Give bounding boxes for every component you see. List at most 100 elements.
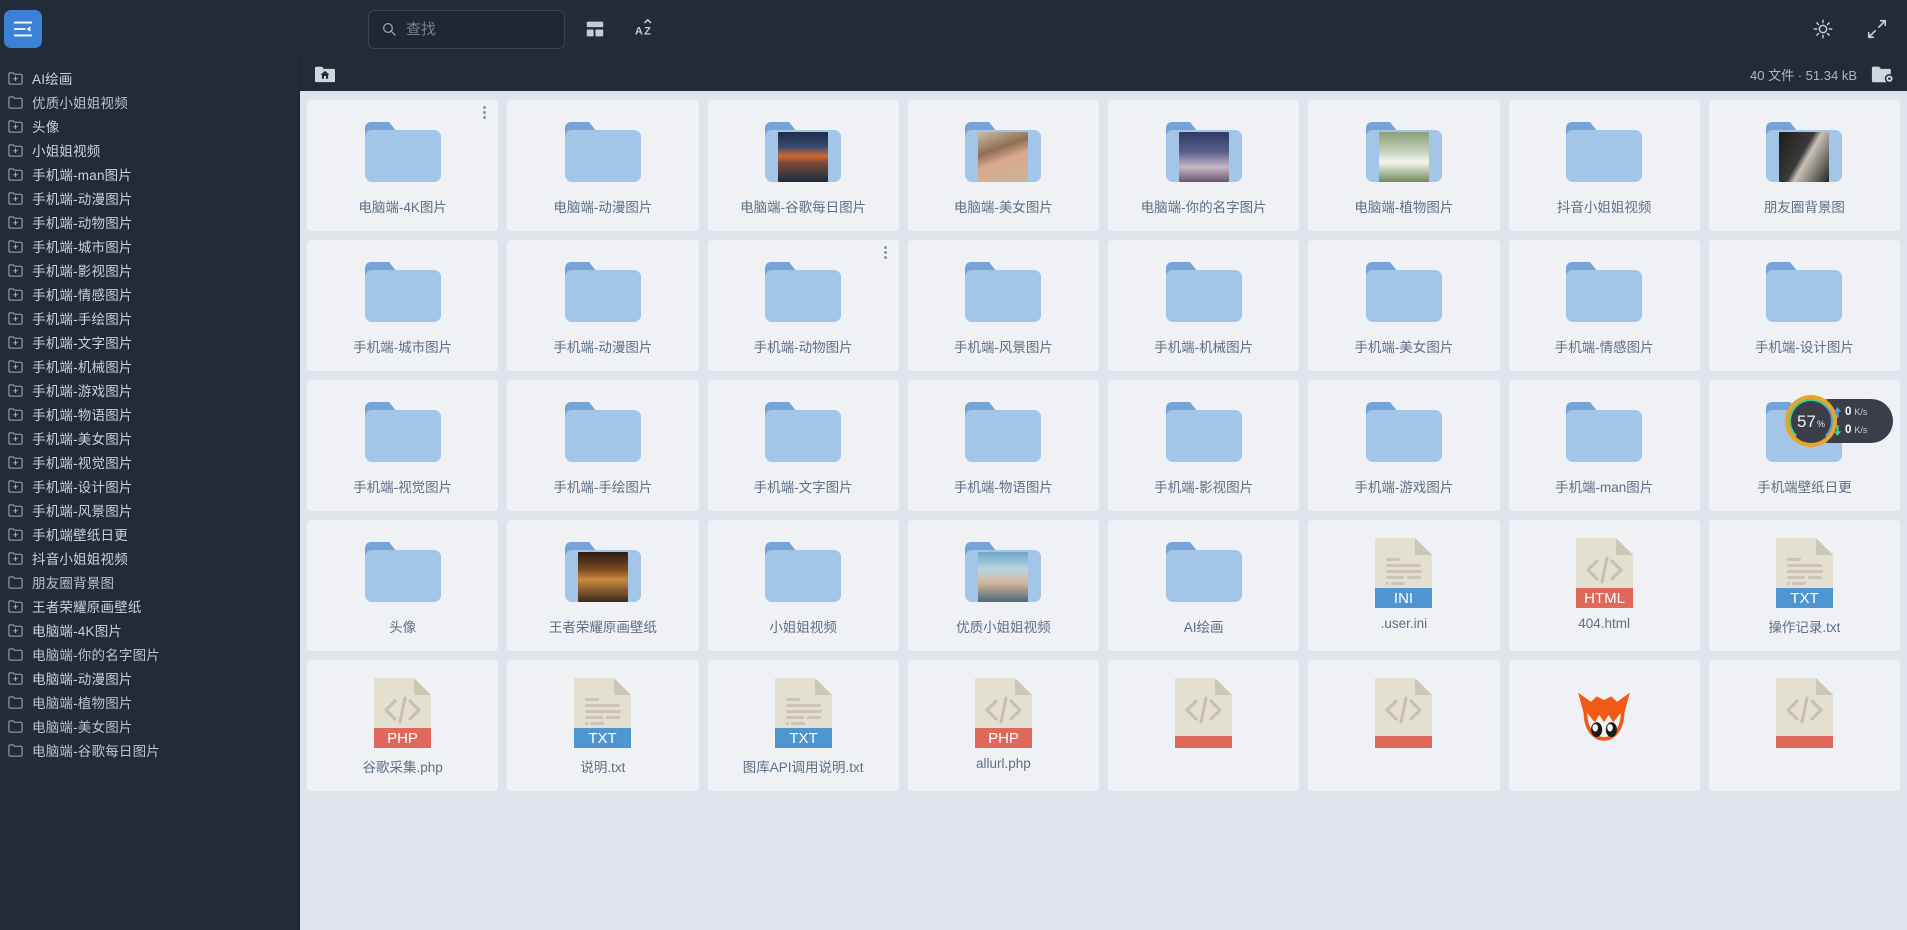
folder-icon (564, 122, 641, 182)
sidebar-item-27[interactable]: 电脑端-美女图片 (0, 714, 299, 738)
grid-tile[interactable]: AI绘画 (1108, 520, 1300, 651)
search-box[interactable] (368, 9, 565, 49)
grid-tile[interactable]: 手机端-动物图片 (707, 240, 899, 371)
grid-tile[interactable]: 手机端-美女图片 (1308, 240, 1500, 371)
grid-tile[interactable]: 手机端-物语图片 (907, 380, 1099, 511)
grid-tile[interactable]: 小姐姐视频 (707, 520, 899, 651)
tile-label: 电脑端-美女图片 (953, 200, 1053, 215)
grid-tile[interactable] (1708, 660, 1900, 791)
sidebar-item-26[interactable]: 电脑端-植物图片 (0, 690, 299, 714)
grid-tile[interactable]: 电脑端-植物图片 (1308, 100, 1500, 231)
sidebar-item-7[interactable]: 手机端-城市图片 (0, 234, 299, 258)
grid-tile[interactable]: 王者荣耀原画壁纸 (507, 520, 699, 651)
sidebar-item-15[interactable]: 手机端-美女图片 (0, 426, 299, 450)
sidebar-item-17[interactable]: 手机端-设计图片 (0, 474, 299, 498)
tile-icon-area (1509, 393, 1700, 473)
grid-tile[interactable]: 手机端-游戏图片 (1308, 380, 1500, 511)
sidebar-item-4[interactable]: 手机端-man图片 (0, 162, 299, 186)
grid-tile[interactable]: 朋友圈背景图 (1708, 100, 1900, 231)
grid-tile[interactable] (1308, 660, 1500, 791)
sidebar-item-16[interactable]: 手机端-视觉图片 (0, 450, 299, 474)
tile-label: 手机端-设计图片 (1754, 340, 1854, 355)
grid-tile[interactable]: 手机端-风景图片 (907, 240, 1099, 371)
grid-tile[interactable]: 抖音小姐姐视频 (1508, 100, 1700, 231)
folder-thumbnail (1779, 132, 1830, 182)
grid-tile[interactable]: 优质小姐姐视频 (907, 520, 1099, 651)
grid-tile[interactable]: 电脑端-谷歌每日图片 (707, 100, 899, 231)
tile-label: 操作记录.txt (1768, 620, 1841, 635)
grid-tile[interactable]: PHP 谷歌采集.php (307, 660, 499, 791)
folder-settings-icon[interactable] (1871, 63, 1895, 85)
grid-tile[interactable]: TXT 说明.txt (507, 660, 699, 791)
sidebar-item-6[interactable]: 手机端-动物图片 (0, 210, 299, 234)
sidebar-item-8[interactable]: 手机端-影视图片 (0, 258, 299, 282)
sidebar-item-22[interactable]: 王者荣耀原画壁纸 (0, 594, 299, 618)
grid-tile[interactable] (1508, 660, 1700, 791)
sidebar-item-14[interactable]: 手机端-物语图片 (0, 402, 299, 426)
grid-tile[interactable]: 手机端-视觉图片 (307, 380, 499, 511)
grid-tile[interactable]: INI .user.ini (1308, 520, 1500, 651)
sidebar-item-3[interactable]: 小姐姐视频 (0, 138, 299, 162)
grid-tile[interactable]: 电脑端-你的名字图片 (1108, 100, 1300, 231)
search-input[interactable] (406, 20, 552, 38)
grid-tile[interactable]: 手机端-城市图片 (307, 240, 499, 371)
tile-label: 手机端-影视图片 (1154, 480, 1254, 495)
file-html-icon: HTML (1575, 538, 1633, 608)
grid-tile[interactable]: TXT 图库API调用说明.txt (707, 660, 899, 791)
grid-tile[interactable]: 手机端壁纸日更 (1708, 380, 1900, 511)
grid-tile[interactable]: 手机端-影视图片 (1108, 380, 1300, 511)
file-grid-scroll[interactable]: 电脑端-4K图片 电脑端-动漫图片 电脑端-谷歌每日图片 电脑端-美女图片 电脑端-你的… (300, 91, 1907, 930)
sidebar-item-11[interactable]: 手机端-文字图片 (0, 330, 299, 354)
sidebar-item-25[interactable]: 电脑端-动漫图片 (0, 666, 299, 690)
sidebar-item-23[interactable]: 电脑端-4K图片 (0, 618, 299, 642)
folder-plus-icon (8, 287, 23, 301)
sidebar-item-13[interactable]: 手机端-游戏图片 (0, 378, 299, 402)
grid-tile[interactable]: 头像 (307, 520, 499, 651)
fullscreen-button[interactable] (1857, 9, 1897, 49)
sidebar-tree[interactable]: AI绘画 优质小姐姐视频 头像 小姐姐视频 手机端-man图片 手机端-动漫图片 手机端-动… (0, 57, 300, 930)
sidebar-item-12[interactable]: 手机端-机械图片 (0, 354, 299, 378)
sidebar-item-5[interactable]: 手机端-动漫图片 (0, 186, 299, 210)
sidebar-item-1[interactable]: 优质小姐姐视频 (0, 90, 299, 114)
grid-tile[interactable]: 电脑端-4K图片 (307, 100, 499, 231)
grid-tile[interactable]: 手机端-手绘图片 (507, 380, 699, 511)
sidebar-item-9[interactable]: 手机端-情感图片 (0, 282, 299, 306)
grid-tile[interactable]: 手机端-机械图片 (1108, 240, 1300, 371)
grid-tile[interactable]: 手机端-man图片 (1508, 380, 1700, 511)
grid-tile[interactable]: TXT 操作记录.txt (1708, 520, 1900, 651)
grid-tile[interactable]: 电脑端-美女图片 (907, 100, 1099, 231)
sidebar-collapse-button[interactable] (4, 9, 42, 48)
sidebar-item-28[interactable]: 电脑端-谷歌每日图片 (0, 738, 299, 762)
grid-tile[interactable]: HTML 404.html (1508, 520, 1700, 651)
sidebar-item-2[interactable]: 头像 (0, 114, 299, 138)
grid-tile[interactable]: 手机端-文字图片 (707, 380, 899, 511)
tile-label: 电脑端-你的名字图片 (1140, 200, 1267, 215)
grid-tile[interactable]: 手机端-设计图片 (1708, 240, 1900, 371)
sidebar-item-18[interactable]: 手机端-风景图片 (0, 498, 299, 522)
sidebar-item-24[interactable]: 电脑端-你的名字图片 (0, 642, 299, 666)
tile-icon-area (708, 113, 899, 193)
sidebar-item-0[interactable]: AI绘画 (0, 66, 299, 90)
sidebar-collapse-icon (13, 21, 33, 36)
grid-tile[interactable]: 手机端-情感图片 (1508, 240, 1700, 371)
sidebar-item-20[interactable]: 抖音小姐姐视频 (0, 546, 299, 570)
file-doc-icon (1375, 678, 1433, 748)
grid-tile[interactable]: PHP allurl.php (907, 660, 1099, 791)
app-body: AI绘画 优质小姐姐视频 头像 小姐姐视频 手机端-man图片 手机端-动漫图片 手机端-动… (0, 57, 1907, 930)
grid-tile[interactable]: 电脑端-动漫图片 (507, 100, 699, 231)
file-grid: 电脑端-4K图片 电脑端-动漫图片 电脑端-谷歌每日图片 电脑端-美女图片 电脑端-你的… (307, 100, 1900, 791)
sidebar-item-label: 手机端-情感图片 (32, 288, 133, 303)
sidebar-item-21[interactable]: 朋友圈背景图 (0, 570, 299, 594)
brightness-button[interactable] (1803, 9, 1843, 49)
sidebar-item-10[interactable]: 手机端-手绘图片 (0, 306, 299, 330)
home-folder-icon[interactable] (314, 64, 336, 84)
folder-icon (1165, 262, 1242, 322)
sort-az-button[interactable]: A Z (625, 9, 665, 49)
folder-thumbnail (978, 132, 1029, 182)
grid-tile[interactable] (1108, 660, 1300, 791)
tile-icon-area (908, 113, 1099, 193)
grid-tile[interactable]: 手机端-动漫图片 (507, 240, 699, 371)
tile-icon-area (1509, 113, 1700, 193)
grid-layout-button[interactable] (575, 9, 615, 49)
sidebar-item-19[interactable]: 手机端壁纸日更 (0, 522, 299, 546)
